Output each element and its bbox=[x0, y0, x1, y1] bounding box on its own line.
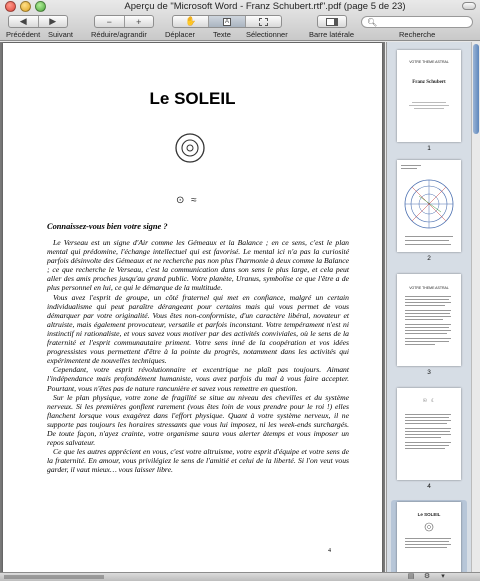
search-input[interactable] bbox=[376, 17, 468, 27]
text-label: Texte bbox=[213, 30, 231, 39]
text-cursor-icon: A bbox=[222, 17, 231, 26]
paragraph[interactable]: Ce que les autres apprécient en vous, c'… bbox=[47, 447, 349, 474]
hand-icon: ✋ bbox=[185, 16, 197, 26]
thumbnail-page-3[interactable]: VOTRE THEME ASTRAL 3 bbox=[391, 272, 467, 382]
thumbnail-title: VOTRE THEME ASTRAL bbox=[409, 286, 449, 290]
select-label: Sélectionner bbox=[246, 30, 288, 39]
sun-symbol-icon bbox=[175, 133, 205, 163]
horizontal-scrollbar[interactable] bbox=[4, 575, 104, 579]
thumbnail-page-2[interactable]: 2 bbox=[391, 158, 467, 268]
astral-chart-icon bbox=[404, 179, 454, 229]
paragraph[interactable]: Vous avez l'esprit de groupe, un côté fr… bbox=[47, 293, 349, 366]
zoom-in-button[interactable]: + bbox=[123, 16, 154, 27]
thumbnail-page-5[interactable]: Le SOLEIL bbox=[391, 500, 467, 572]
thumbnail-number: 3 bbox=[427, 369, 431, 376]
page-number: 4 bbox=[328, 548, 331, 554]
status-bar: ▤ ⚙ ▾ bbox=[0, 572, 480, 581]
sidebar-label: Barre latérale bbox=[309, 30, 355, 39]
view-mode-icon[interactable]: ▤ bbox=[404, 573, 418, 581]
zoom-in-icon: + bbox=[136, 16, 142, 27]
section-question: Connaissez-vous bien votre signe ? bbox=[47, 222, 168, 231]
action-menu-icon[interactable]: ▾ bbox=[436, 573, 450, 581]
history-navigation: ◀ ▶ bbox=[8, 15, 68, 28]
toolbar-toggle-button[interactable] bbox=[462, 2, 476, 10]
select-tool-button[interactable] bbox=[244, 16, 281, 27]
document-view[interactable]: Le SOLEIL ⊙ ≈ Connaissez-vous bien votre… bbox=[0, 42, 385, 572]
page-heading: Le SOLEIL bbox=[149, 89, 236, 108]
zoom-out-icon: − bbox=[106, 16, 112, 27]
thumbnail-sidebar: VOTRE THEME ASTRAL Franz Schubert 1 2 VO… bbox=[386, 42, 480, 572]
window-title: Aperçu de "Microsoft Word - Franz Schube… bbox=[124, 1, 406, 12]
title-bar: Aperçu de "Microsoft Word - Franz Schube… bbox=[0, 0, 480, 14]
sidebar-icon bbox=[326, 17, 338, 26]
arrow-right-icon: ▶ bbox=[49, 16, 57, 26]
thumbnail-image bbox=[397, 160, 461, 252]
paragraph[interactable]: Cependant, votre esprit révolutionnaire … bbox=[47, 365, 349, 392]
settings-gear-icon[interactable]: ⚙ bbox=[420, 573, 434, 581]
zoom-control: − + bbox=[94, 15, 154, 28]
next-button[interactable]: ▶ bbox=[37, 16, 68, 27]
thumbnail-number: 2 bbox=[427, 255, 431, 262]
thumbnail-title: VOTRE THEME ASTRAL bbox=[409, 60, 449, 64]
page-body-text[interactable]: Le Verseau est un signe d'Air comme les … bbox=[47, 238, 349, 474]
thumbnail-number: 1 bbox=[427, 145, 431, 152]
next-label: Suivant bbox=[48, 30, 74, 39]
thumbnail-image: Le SOLEIL bbox=[397, 502, 461, 572]
arrow-left-icon: ◀ bbox=[19, 16, 27, 26]
move-tool-button[interactable]: ✋ bbox=[173, 16, 208, 27]
previous-button[interactable]: ◀ bbox=[9, 16, 38, 27]
thumbnail-number: 4 bbox=[427, 483, 431, 490]
close-window-button[interactable] bbox=[5, 1, 16, 12]
thumbnail-page-4[interactable]: ☉ ☾ 4 bbox=[391, 386, 467, 496]
sidebar-toggle-button[interactable] bbox=[317, 15, 347, 28]
sun-symbol-icon bbox=[424, 522, 434, 532]
thumbnail-glyphs-icon: ☉ ☾ bbox=[422, 399, 436, 404]
zoom-window-button[interactable] bbox=[35, 1, 46, 12]
text-tool-button[interactable]: A bbox=[208, 16, 245, 27]
zoom-label: Réduire/agrandir bbox=[91, 30, 147, 39]
minimize-window-button[interactable] bbox=[20, 1, 31, 12]
paragraph[interactable]: Sur le plan physique, votre zone de frag… bbox=[47, 393, 349, 448]
move-label: Déplacer bbox=[165, 30, 196, 39]
thumbnail-title: Le SOLEIL bbox=[417, 512, 441, 517]
tool-selector: ✋ A bbox=[172, 15, 282, 28]
marquee-icon bbox=[258, 17, 268, 26]
search-field[interactable]: 🔍︎ bbox=[361, 16, 473, 28]
paragraph[interactable]: Le Verseau est un signe d'Air comme les … bbox=[47, 238, 349, 293]
thumbnail-page-1[interactable]: VOTRE THEME ASTRAL Franz Schubert 1 bbox=[391, 48, 467, 158]
sun-aquarius-glyphs-icon: ⊙ ≈ bbox=[176, 195, 199, 206]
zoom-out-button[interactable]: − bbox=[95, 16, 124, 27]
thumbnail-name: Franz Schubert bbox=[412, 80, 446, 85]
search-label: Recherche bbox=[399, 30, 436, 39]
previous-label: Précédent bbox=[6, 30, 41, 39]
thumbnail-image: VOTRE THEME ASTRAL bbox=[397, 274, 461, 366]
thumbnail-image: VOTRE THEME ASTRAL Franz Schubert bbox=[397, 50, 461, 142]
pdf-page: Le SOLEIL ⊙ ≈ Connaissez-vous bien votre… bbox=[3, 43, 382, 572]
scrollbar-thumb[interactable] bbox=[473, 44, 479, 134]
sidebar-scrollbar[interactable] bbox=[471, 42, 480, 572]
window-toolbar: Aperçu de "Microsoft Word - Franz Schube… bbox=[0, 0, 480, 41]
thumbnail-image: ☉ ☾ bbox=[397, 388, 461, 480]
